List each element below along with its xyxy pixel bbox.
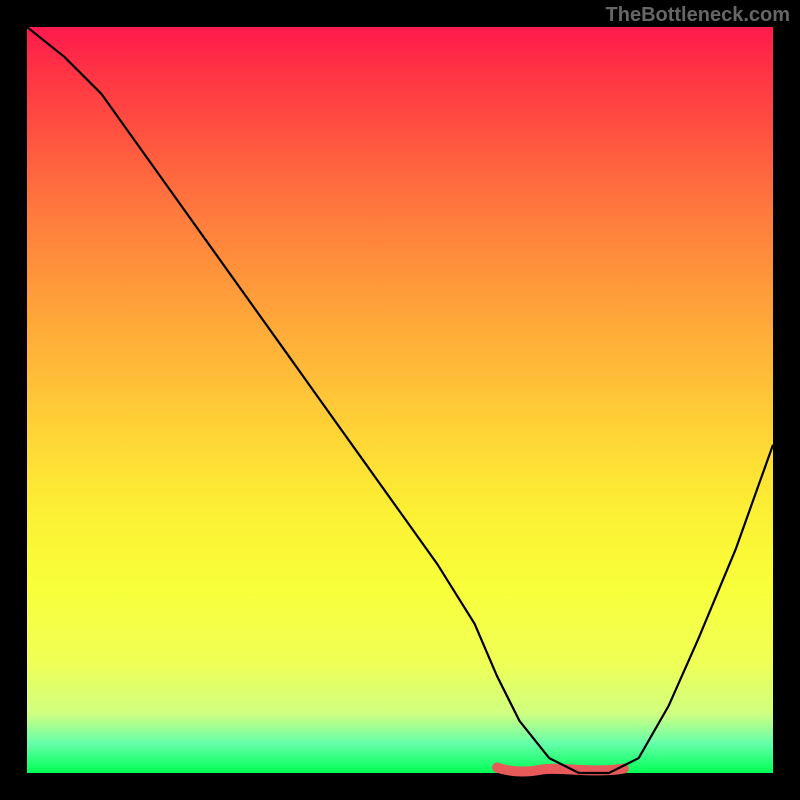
bottleneck-curve <box>27 27 773 773</box>
watermark-text: TheBottleneck.com <box>606 4 790 27</box>
chart-plot-area <box>27 27 773 773</box>
optimal-range-marker <box>497 768 624 772</box>
chart-svg <box>27 27 773 773</box>
